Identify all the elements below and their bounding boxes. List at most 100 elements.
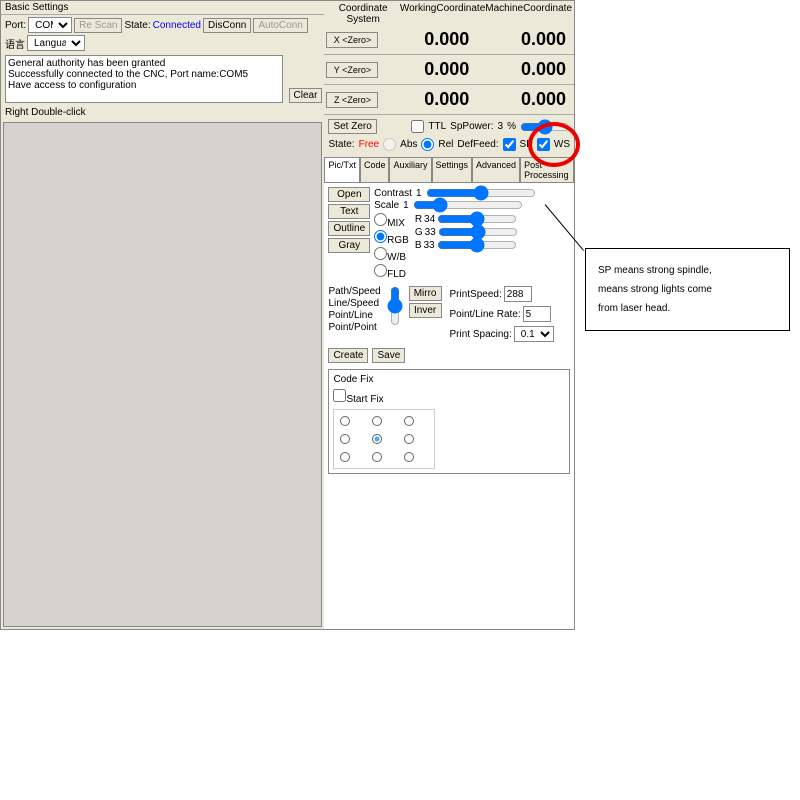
- language-select[interactable]: Language: [27, 35, 85, 51]
- spacing-select[interactable]: 0.1: [514, 326, 554, 342]
- open-button[interactable]: Open: [328, 187, 370, 202]
- deffeed-label: DefFeed:: [457, 139, 498, 150]
- b-value: 33: [423, 240, 434, 251]
- tab-aux[interactable]: Auxiliary: [389, 157, 431, 182]
- mix-radio[interactable]: [374, 213, 387, 226]
- codefix-title: Code Fix: [333, 374, 565, 385]
- abs-label: Abs: [400, 139, 417, 150]
- callout-text: from laser head.: [598, 299, 777, 318]
- sppower-slider[interactable]: [520, 121, 570, 133]
- sp-label: SP: [520, 139, 533, 150]
- log-line: General authority has been granted: [8, 58, 280, 69]
- callout-text: means strong lights come: [598, 280, 777, 299]
- rgb-label: RGB: [387, 235, 409, 246]
- save-button[interactable]: Save: [372, 348, 405, 363]
- startfix-label: Start Fix: [346, 394, 383, 405]
- anchor-center[interactable]: [372, 434, 382, 444]
- y-working-value: 0.000: [378, 59, 475, 80]
- z-zero-button[interactable]: Z <Zero>: [326, 92, 378, 108]
- rel-radio[interactable]: [421, 138, 434, 151]
- callout-box: SP means strong spindle, means strong li…: [585, 248, 790, 331]
- port-label: Port:: [5, 20, 26, 31]
- mix-label: MIX: [387, 218, 405, 229]
- tab-pic[interactable]: Pic/Txt: [324, 157, 360, 182]
- ws-label: WS: [554, 139, 570, 150]
- scale-value: 1: [403, 200, 409, 211]
- b-slider[interactable]: [437, 239, 517, 251]
- log-line: Successfully connected to the CNC, Port …: [8, 69, 280, 80]
- set-zero-button[interactable]: Set Zero: [328, 119, 376, 134]
- anchor-grid[interactable]: [333, 409, 435, 469]
- rel-label: Rel: [438, 139, 453, 150]
- machine-coord-label: MachineCoordinate: [485, 3, 572, 25]
- fld-radio[interactable]: [374, 264, 387, 277]
- scale-label: Scale: [374, 200, 399, 211]
- rgb-radio[interactable]: [374, 230, 387, 243]
- tab-post[interactable]: Post Processing: [520, 157, 574, 182]
- ttl-checkbox[interactable]: [411, 120, 424, 133]
- mirror-button[interactable]: Mirro: [409, 286, 442, 301]
- startfix-checkbox[interactable]: [333, 389, 346, 402]
- sppower-value: 3: [498, 121, 504, 132]
- r-label: R: [415, 214, 422, 225]
- g-label: G: [415, 227, 423, 238]
- callout-text: SP means strong spindle,: [598, 261, 777, 280]
- canvas-hint: Right Double-click: [1, 105, 324, 120]
- working-coord-label: WorkingCoordinate: [400, 3, 485, 25]
- state2-value: Free: [359, 139, 380, 150]
- printspeed-label: PrintSpeed:: [450, 289, 502, 300]
- tab-settings[interactable]: Settings: [432, 157, 473, 182]
- path-speed-label: Path/Speed: [328, 286, 380, 297]
- ws-checkbox[interactable]: [537, 138, 550, 151]
- y-machine-value: 0.000: [475, 59, 572, 80]
- wb-radio[interactable]: [374, 247, 387, 260]
- sppower-label: SpPower:: [450, 121, 493, 132]
- coord-sys-label: Coordinate System: [326, 3, 399, 25]
- log-textarea[interactable]: General authority has been granted Succe…: [5, 55, 283, 103]
- create-button[interactable]: Create: [328, 348, 368, 363]
- spacing-label: Print Spacing:: [450, 329, 512, 340]
- sp-checkbox[interactable]: [503, 138, 516, 151]
- plrate-input[interactable]: [523, 306, 551, 322]
- contrast-label: Contrast: [374, 188, 412, 199]
- gray-button[interactable]: Gray: [328, 238, 370, 253]
- ttl-label: TTL: [428, 121, 446, 132]
- b-label: B: [415, 240, 422, 251]
- tab-advanced[interactable]: Advanced: [472, 157, 520, 182]
- z-working-value: 0.000: [378, 89, 475, 110]
- printspeed-input[interactable]: [504, 286, 532, 302]
- state-value: Connected: [153, 20, 201, 31]
- rescan-button[interactable]: Re Scan: [74, 18, 122, 33]
- disconn-button[interactable]: DisConn: [203, 18, 251, 33]
- port-select[interactable]: COM5: [28, 17, 72, 33]
- autoconn-button[interactable]: AutoConn: [253, 18, 307, 33]
- tab-code[interactable]: Code: [360, 157, 390, 182]
- path-mode-slider[interactable]: [389, 286, 401, 326]
- state2-label: State:: [328, 139, 354, 150]
- x-machine-value: 0.000: [475, 29, 572, 50]
- point-point-label: Point/Point: [328, 322, 376, 333]
- inver-button[interactable]: Inver: [409, 303, 442, 318]
- x-zero-button[interactable]: X <Zero>: [326, 32, 378, 48]
- text-button[interactable]: Text: [328, 204, 370, 219]
- y-zero-button[interactable]: Y <Zero>: [326, 62, 378, 78]
- sppower-unit: %: [507, 121, 516, 132]
- plrate-label: Point/Line Rate:: [450, 309, 521, 320]
- fld-label: FLD: [387, 269, 406, 280]
- z-machine-value: 0.000: [475, 89, 572, 110]
- outline-button[interactable]: Outline: [328, 221, 370, 236]
- lang-cn-label: 语言: [5, 36, 25, 51]
- g-value: 33: [425, 227, 436, 238]
- wb-label: W/B: [387, 252, 406, 263]
- scale-slider[interactable]: [413, 199, 523, 211]
- basic-settings-title: Basic Settings: [1, 1, 324, 15]
- canvas-area[interactable]: [3, 122, 322, 627]
- line-speed-label: Line/Speed: [328, 298, 379, 309]
- state-label: State:: [124, 20, 150, 31]
- point-line-label: Point/Line: [328, 310, 372, 321]
- r-value: 34: [424, 214, 435, 225]
- clear-button[interactable]: Clear: [289, 88, 323, 103]
- log-line: Have access to configuration: [8, 80, 280, 91]
- abs-radio[interactable]: [383, 138, 396, 151]
- x-working-value: 0.000: [378, 29, 475, 50]
